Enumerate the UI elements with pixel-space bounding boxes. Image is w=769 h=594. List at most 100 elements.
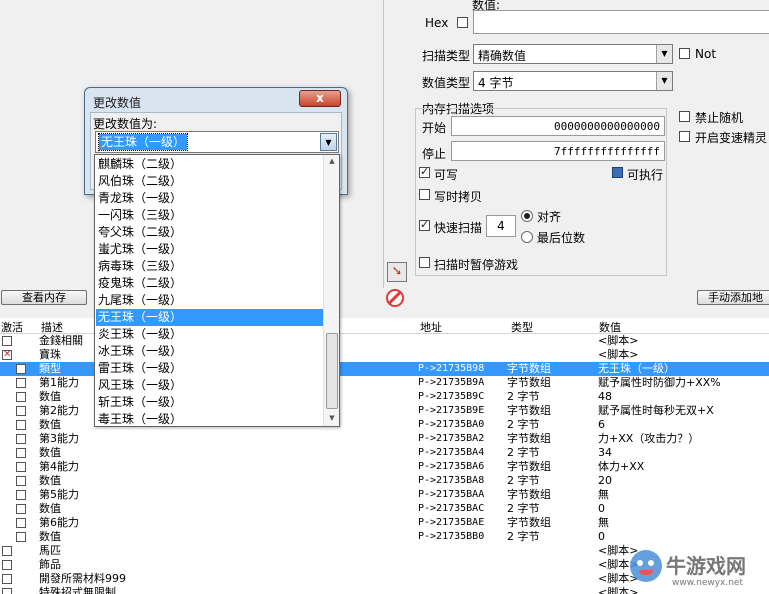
scroll-thumb[interactable] — [326, 333, 338, 409]
col-address[interactable]: 地址 — [420, 319, 442, 335]
dropdown-option[interactable]: 风王珠（一级） — [96, 377, 323, 394]
table-row[interactable]: 数值 P->21735BA4 2 字节 34 — [0, 446, 769, 460]
active-checkbox[interactable] — [16, 420, 26, 430]
active-checkbox-crossed[interactable]: ✕ — [2, 349, 12, 360]
active-checkbox[interactable] — [2, 336, 12, 346]
active-checkbox[interactable] — [2, 588, 12, 594]
row-description: 数值 — [39, 502, 61, 515]
row-description: 数值 — [39, 474, 61, 487]
dropdown-option[interactable]: 麒麟珠（二级） — [96, 156, 323, 173]
active-checkbox[interactable] — [16, 448, 26, 458]
scroll-down-icon[interactable]: ▼ — [326, 414, 338, 424]
not-checkbox[interactable] — [679, 48, 690, 59]
executable-checkbox[interactable] — [612, 167, 623, 178]
table-row[interactable]: 第4能力 P->21735BA6 字节数组 体力+XX — [0, 460, 769, 474]
table-row[interactable]: 第5能力 P->21735BAA 字节数组 無 — [0, 488, 769, 502]
row-address: P->21735B9E — [418, 405, 485, 416]
active-checkbox[interactable] — [16, 476, 26, 486]
value-input[interactable] — [473, 10, 769, 34]
active-checkbox[interactable] — [16, 518, 26, 528]
active-checkbox[interactable] — [16, 364, 26, 374]
dropdown-option[interactable]: 风伯珠（二级） — [96, 173, 323, 190]
row-value: 0 — [598, 502, 605, 515]
dropdown-option[interactable]: 毒王珠（一级） — [96, 411, 323, 428]
row-description: 数值 — [39, 390, 61, 403]
row-address: P->21735B98 — [418, 363, 485, 374]
scan-type-select[interactable]: 精确数值 ▼ — [473, 44, 673, 64]
pause-game-checkbox[interactable] — [419, 257, 430, 268]
dropdown-option[interactable]: 病毒珠（三级） — [96, 258, 323, 275]
active-checkbox[interactable] — [2, 546, 12, 556]
dropdown-option[interactable]: 无王珠（一级） — [96, 309, 323, 326]
active-checkbox[interactable] — [2, 560, 12, 570]
active-checkbox[interactable] — [16, 462, 26, 472]
stop-field[interactable]: 7fffffffffffffff — [451, 141, 665, 161]
table-row[interactable]: 第6能力 P->21735BAE 字节数组 無 — [0, 516, 769, 530]
disable-random-label: 禁止随机 — [695, 111, 744, 125]
row-description: 飾品 — [39, 558, 61, 571]
dropdown-scrollbar[interactable]: ▲ ▼ — [323, 155, 339, 426]
col-type[interactable]: 类型 — [511, 319, 533, 335]
table-row[interactable]: 数值 P->21735BAC 2 字节 0 — [0, 502, 769, 516]
dropdown-option[interactable]: 夸父珠（二级） — [96, 224, 323, 241]
close-button[interactable]: x — [299, 90, 341, 107]
row-type: 字节数组 — [507, 460, 551, 473]
fast-scan-checkbox[interactable] — [419, 218, 430, 231]
active-checkbox[interactable] — [16, 434, 26, 444]
dropdown-option[interactable]: 九尾珠（一级） — [96, 292, 323, 309]
active-checkbox[interactable] — [16, 406, 26, 416]
row-address: P->21735BAC — [418, 503, 485, 514]
active-checkbox[interactable] — [16, 378, 26, 388]
value-type-select[interactable]: 4 字节 ▼ — [473, 71, 673, 91]
row-address: P->21735BA6 — [418, 461, 485, 472]
active-checkbox[interactable] — [16, 392, 26, 402]
add-address-manually-button[interactable]: 手动添加地 — [697, 290, 769, 305]
active-checkbox[interactable] — [16, 490, 26, 500]
hex-checkbox[interactable] — [457, 17, 468, 28]
watermark-logo-icon — [630, 550, 662, 582]
row-value: 無 — [598, 516, 609, 529]
row-address: P->21735BB0 — [418, 531, 485, 542]
col-active[interactable]: 激活 — [1, 319, 23, 335]
disable-random-checkbox[interactable] — [679, 111, 690, 122]
dropdown-option[interactable]: 蚩尤珠（一级） — [96, 241, 323, 258]
fast-scan-input[interactable]: 4 — [486, 215, 516, 237]
last-digits-radio[interactable] — [521, 231, 533, 243]
table-row[interactable]: 数值 P->21735BA8 2 字节 20 — [0, 474, 769, 488]
active-checkbox[interactable] — [2, 574, 12, 584]
row-type: 2 字节 — [507, 446, 540, 459]
row-description: 寶珠 — [39, 348, 61, 361]
align-radio[interactable] — [521, 210, 533, 222]
table-row[interactable]: 数值 P->21735BB0 2 字节 0 — [0, 530, 769, 544]
row-description: 第4能力 — [39, 460, 79, 473]
dropdown-option[interactable]: 青龙珠（一级） — [96, 190, 323, 207]
arrow-pointer-icon[interactable]: ➘ — [387, 262, 407, 282]
chevron-down-icon[interactable]: ▼ — [320, 133, 337, 151]
writable-checkbox[interactable] — [419, 165, 430, 178]
dropdown-option[interactable]: 一闪珠（三级） — [96, 207, 323, 224]
value-dropdown-list: ▲ ▼ 麒麟珠（二级） 风伯珠（二级） 青龙珠（一级） 一闪珠（三级） 夸父珠（二级）蚩… — [94, 154, 340, 427]
dropdown-option[interactable]: 疫鬼珠（二级） — [96, 275, 323, 292]
row-description: 数值 — [39, 530, 61, 543]
row-description: 馬匹 — [39, 544, 61, 557]
chevron-down-icon: ▼ — [656, 45, 672, 63]
dropdown-option[interactable]: 斩王珠（一级） — [96, 394, 323, 411]
col-desc[interactable]: 描述 — [41, 319, 63, 335]
active-checkbox[interactable] — [16, 532, 26, 542]
active-checkbox[interactable] — [16, 504, 26, 514]
table-row[interactable]: 第3能力 P->21735BA2 字节数组 力+XX（攻击力？） — [0, 432, 769, 446]
dropdown-option[interactable]: 炎王珠（一级） — [96, 326, 323, 343]
dropdown-option[interactable]: 冰王珠（一级） — [96, 343, 323, 360]
speedhack-checkbox[interactable] — [679, 131, 690, 142]
no-entry-icon[interactable] — [386, 289, 404, 307]
col-value[interactable]: 数值 — [599, 319, 621, 335]
row-address: P->21735B9A — [418, 377, 485, 388]
align-label: 对齐 — [537, 210, 562, 224]
view-memory-button[interactable]: 查看内存 — [1, 290, 87, 305]
row-address: P->21735BA8 — [418, 475, 485, 486]
dropdown-option[interactable]: 雷王珠（一级） — [96, 360, 323, 377]
copy-on-write-checkbox[interactable] — [419, 189, 430, 200]
scroll-up-icon[interactable]: ▲ — [326, 157, 338, 167]
start-field[interactable]: 0000000000000000 — [451, 116, 665, 136]
value-combobox[interactable]: 无王珠（一级） ▼ — [95, 131, 339, 153]
